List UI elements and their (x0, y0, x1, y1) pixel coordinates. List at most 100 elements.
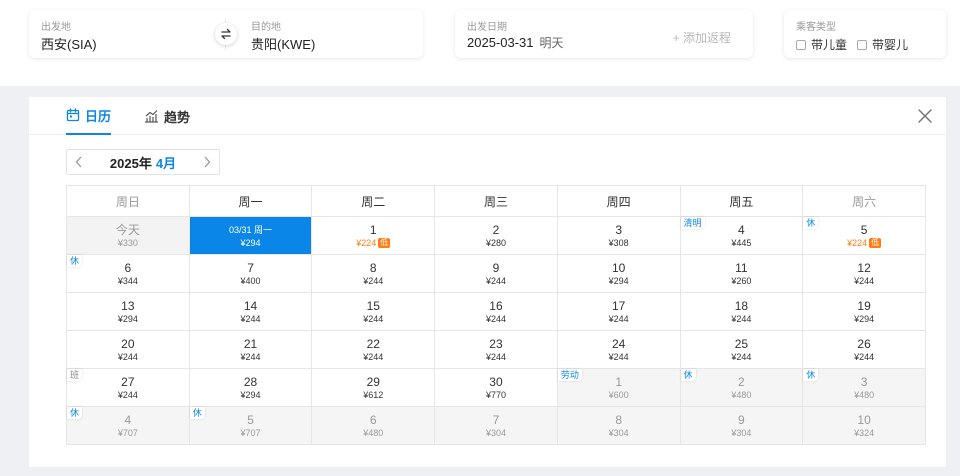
day-price: ¥294 (803, 313, 925, 325)
day-price: ¥344 (67, 275, 189, 287)
calendar-day-cell[interactable]: 29 ¥612 (311, 368, 436, 407)
price-value: ¥224 (356, 237, 377, 248)
close-button[interactable] (916, 107, 934, 125)
infant-checkbox[interactable]: 带婴儿 (857, 36, 908, 53)
date-card[interactable]: 出发日期 2025-03-31 明天 + 添加返程 (455, 10, 753, 58)
calendar-day-cell[interactable]: 16 ¥244 (434, 292, 558, 331)
weekday-thu: 周四 (556, 185, 681, 217)
month-title: 2025年 4月 (110, 153, 176, 172)
calendar-day-cell[interactable]: 10 ¥294 (556, 254, 681, 293)
infant-label: 带婴儿 (872, 38, 909, 52)
day-price: ¥330 (67, 237, 189, 249)
calendar-day-cell[interactable]: 10 ¥324 (802, 406, 926, 445)
day-number: 8 (615, 412, 622, 427)
day-price: ¥294 (190, 389, 312, 401)
panel-tabs: 日历 趋势 (29, 97, 946, 135)
day-number: 3 (860, 374, 868, 389)
calendar-day-cell[interactable]: 24 ¥244 (556, 330, 681, 369)
day-number: 6 (369, 412, 377, 427)
holiday-tag: 班 (67, 369, 83, 381)
lowest-price-badge: 低 (378, 237, 391, 248)
calendar-day-cell[interactable]: 20 ¥244 (66, 330, 190, 369)
calendar-day-cell[interactable]: 清明 4 ¥445 (679, 216, 804, 255)
swap-button[interactable] (215, 23, 237, 45)
to-city[interactable]: 贵阳(KWE) (251, 34, 315, 53)
calendar-day-cell[interactable]: 休 6 ¥344 (66, 254, 190, 293)
tab-trend-label: 趋势 (164, 109, 191, 125)
calendar-day-cell[interactable]: 9 ¥304 (679, 406, 804, 445)
calendar-day-cell[interactable]: 休 5 ¥707 (188, 406, 313, 445)
price-value: ¥244 (731, 351, 752, 362)
calendar-day-cell[interactable]: 25 ¥244 (679, 330, 804, 369)
calendar-day-cell[interactable]: 休 2 ¥480 (679, 368, 804, 407)
price-value: ¥480 (854, 389, 875, 400)
calendar-day-cell[interactable]: 1 ¥224 低 (311, 216, 436, 255)
calendar-day-cell[interactable]: 21 ¥244 (188, 330, 313, 369)
calendar-day-cell[interactable]: 3 ¥308 (556, 216, 681, 255)
calendar-day-cell[interactable]: 18 ¥244 (679, 292, 804, 331)
calendar-day-cell[interactable]: 8 ¥304 (556, 406, 681, 445)
calendar-week-row: 休 4 ¥707 休 5 ¥707 6 ¥480 7 ¥304 8 ¥304 9 ¥304 10 ¥324 (66, 406, 926, 445)
price-value: ¥244 (854, 275, 875, 286)
calendar-day-cell[interactable]: 15 ¥244 (311, 292, 436, 331)
price-value: ¥244 (485, 275, 506, 286)
day-number: 28 (243, 374, 258, 389)
next-month-button[interactable] (203, 156, 211, 168)
tab-calendar[interactable]: 日历 (66, 97, 112, 135)
child-checkbox[interactable]: 带儿童 (796, 36, 847, 53)
calendar-day-cell[interactable]: 28 ¥294 (188, 368, 313, 407)
from-city[interactable]: 西安(SIA) (41, 34, 97, 53)
calendar-day-cell[interactable]: 19 ¥294 (802, 292, 926, 331)
day-price: ¥244 (435, 275, 557, 287)
weekday-mon: 周一 (188, 185, 313, 217)
child-label: 带儿童 (811, 38, 848, 52)
day-price: ¥244 (435, 351, 557, 363)
calendar-day-cell[interactable]: 6 ¥480 (311, 406, 436, 445)
date-field[interactable]: 2025-03-31 明天 (467, 34, 564, 51)
calendar-day-cell[interactable]: 班 27 ¥244 (66, 368, 190, 407)
calendar-day-cell[interactable]: 休 5 ¥224 低 (802, 216, 926, 255)
calendar-day-cell[interactable]: 休 4 ¥707 (66, 406, 190, 445)
day-number: 1 (369, 222, 377, 237)
holiday-tag: 劳动 (557, 369, 582, 381)
calendar-day-cell[interactable]: 7 ¥304 (434, 406, 558, 445)
price-value: ¥324 (854, 427, 875, 438)
price-value: ¥244 (731, 313, 752, 324)
calendar-day-cell[interactable]: 22 ¥244 (311, 330, 436, 369)
prev-month-button[interactable] (75, 156, 83, 168)
calendar-day-cell[interactable]: 休 3 ¥480 (802, 368, 926, 407)
calendar-day-cell[interactable]: 30 ¥770 (434, 368, 558, 407)
day-price: ¥480 (681, 389, 803, 401)
day-number: 21 (243, 336, 258, 351)
calendar-day-cell[interactable]: 9 ¥244 (434, 254, 558, 293)
weekday-sat: 周六 (802, 185, 926, 217)
tab-trend[interactable]: 趋势 (144, 97, 190, 135)
day-number: 03/31 周一 (229, 224, 273, 235)
price-value: ¥304 (731, 427, 752, 438)
calendar-day-cell[interactable]: 13 ¥294 (66, 292, 190, 331)
calendar-day-cell[interactable]: 23 ¥244 (434, 330, 558, 369)
calendar-day-cell[interactable]: 7 ¥400 (188, 254, 313, 293)
price-value: ¥244 (240, 351, 261, 362)
price-value: ¥304 (485, 427, 506, 438)
holiday-tag: 休 (67, 255, 83, 267)
day-number: 10 (857, 412, 871, 427)
from-label: 出发地 (41, 22, 71, 33)
price-value: ¥294 (240, 237, 261, 248)
calendar-day-cell[interactable]: 8 ¥244 (311, 254, 436, 293)
calendar-day-cell[interactable]: 11 ¥260 (679, 254, 804, 293)
calendar-week-row: 20 ¥244 21 ¥244 22 ¥244 23 ¥244 24 ¥244 25 ¥244 26 ¥2… (66, 330, 926, 369)
calendar-day-cell[interactable]: 劳动 1 ¥600 (556, 368, 681, 407)
add-return-link[interactable]: + 添加返程 (673, 29, 731, 46)
calendar-day-cell[interactable]: 14 ¥244 (188, 292, 313, 331)
day-price: ¥244 (435, 313, 557, 325)
day-number: 30 (489, 374, 503, 389)
calendar-day-cell[interactable]: 2 ¥280 (434, 216, 558, 255)
calendar-day-cell[interactable]: 26 ¥244 (802, 330, 926, 369)
day-number: 4 (124, 412, 132, 427)
day-number: 7 (247, 260, 254, 275)
calendar-day-cell[interactable]: 12 ¥244 (802, 254, 926, 293)
holiday-tag: 休 (189, 407, 205, 419)
calendar-day-cell[interactable]: 17 ¥244 (556, 292, 681, 331)
calendar-day-cell[interactable]: 03/31 周一 ¥294 (188, 216, 313, 255)
